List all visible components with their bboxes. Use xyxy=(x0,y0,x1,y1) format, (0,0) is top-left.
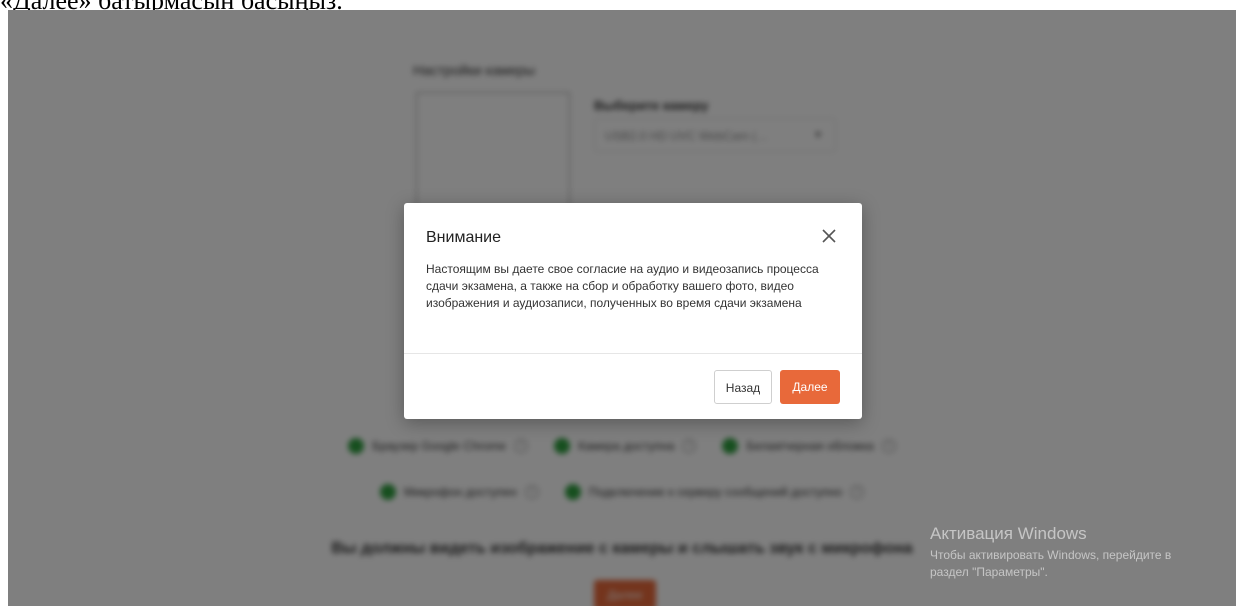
close-icon[interactable] xyxy=(820,227,838,245)
watermark-line-1: Чтобы активировать Windows, перейдите в xyxy=(930,548,1172,562)
watermark-subtitle: Чтобы активировать Windows, перейдите в … xyxy=(930,547,1171,581)
modal-title: Внимание xyxy=(426,229,502,246)
next-button[interactable]: Далее xyxy=(780,370,840,404)
windows-activation-watermark: Активация Windows Чтобы активировать Win… xyxy=(930,524,1171,581)
back-button[interactable]: Назад xyxy=(714,370,772,404)
modal-body: Настоящим вы даете свое согласие на ауди… xyxy=(426,262,819,310)
consent-modal: Внимание Настоящим вы даете свое согласи… xyxy=(404,203,862,419)
watermark-line-2: раздел "Параметры". xyxy=(930,565,1048,579)
exam-screen: Настройки камеры Выберите камеру USB2.0 … xyxy=(8,10,1236,606)
modal-divider xyxy=(404,353,862,354)
watermark-title: Активация Windows xyxy=(930,524,1087,543)
document-caption: «Далее» батырмасын басыңыз. xyxy=(0,0,343,10)
